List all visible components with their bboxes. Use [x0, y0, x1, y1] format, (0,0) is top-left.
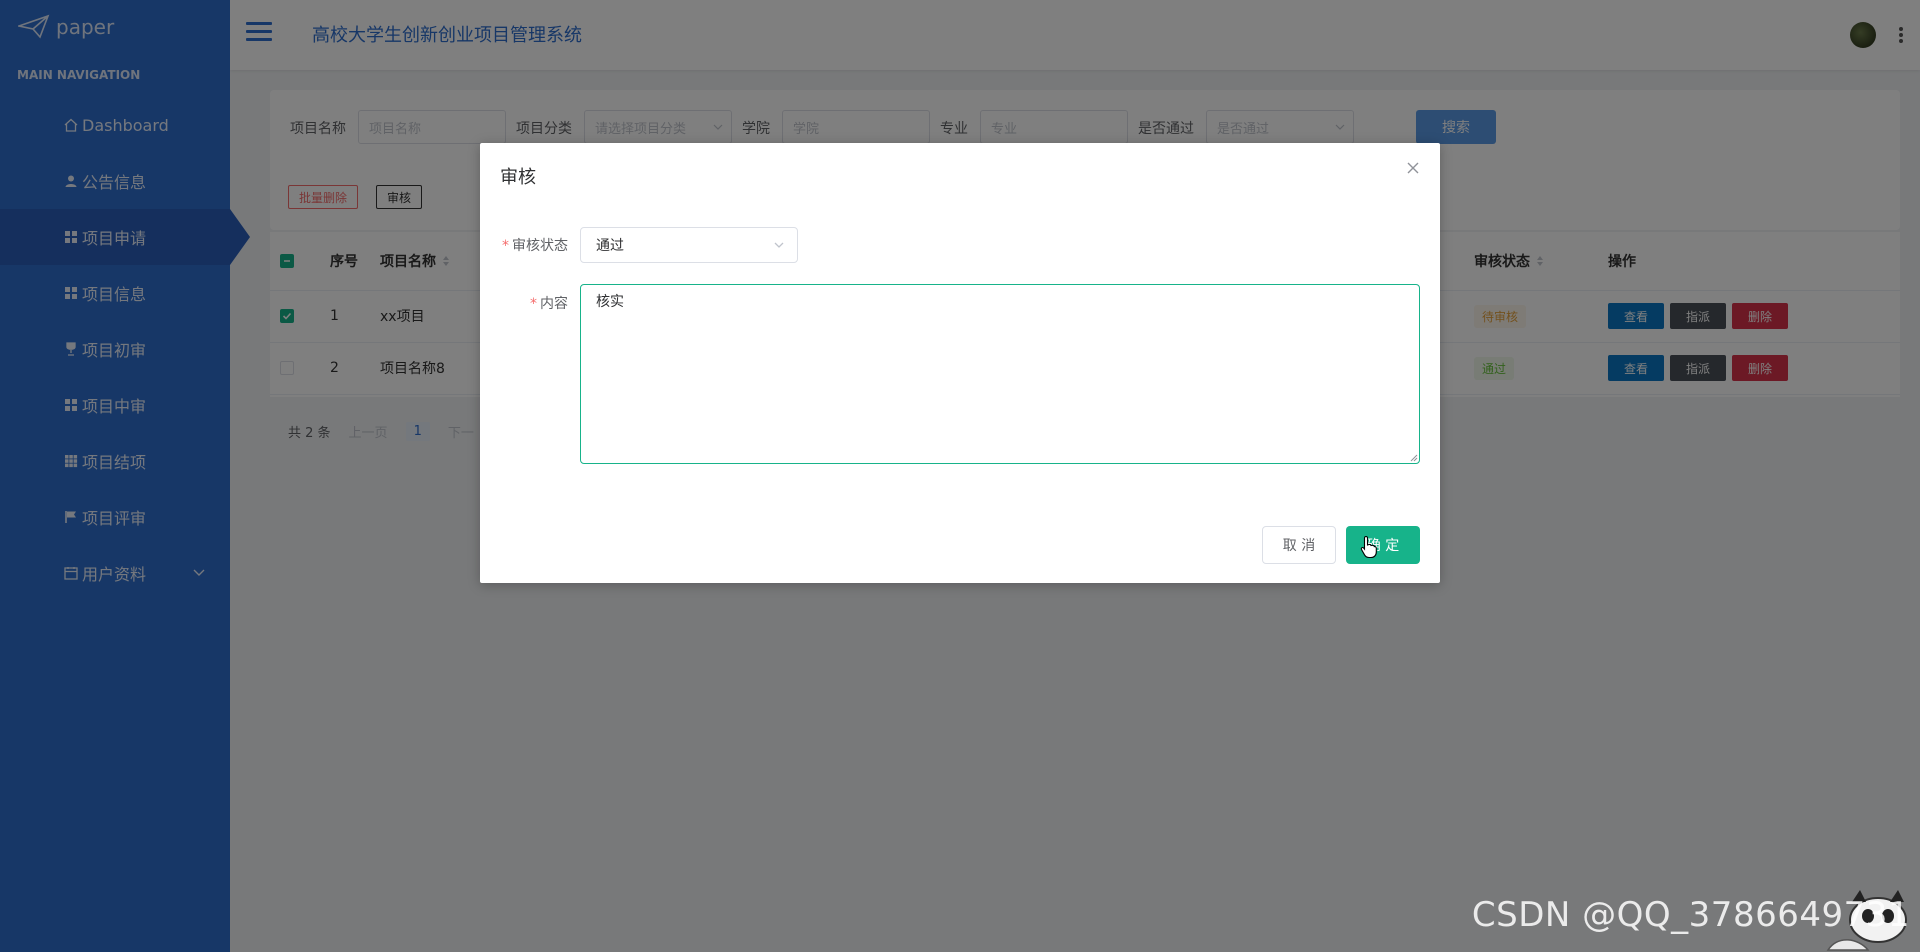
audit-status-select[interactable]: 通过 [580, 227, 798, 263]
content-field-label: * 内容 [530, 296, 568, 312]
close-icon[interactable] [1406, 161, 1420, 175]
resize-handle-icon[interactable] [1410, 454, 1418, 462]
cancel-button[interactable]: 取 消 [1262, 526, 1336, 564]
chevron-down-icon [774, 242, 784, 248]
status-field-label: * 审核状态 [502, 238, 568, 254]
confirm-button[interactable]: 确 定 [1346, 526, 1420, 564]
audit-dialog: 审核 * 审核状态 通过 * 内容 核实 取 消 确 定 [480, 143, 1440, 583]
dialog-title: 审核 [500, 167, 536, 188]
content-textarea[interactable]: 核实 [580, 284, 1420, 464]
audit-status-value: 通过 [596, 238, 624, 254]
watermark-text: CSDN @QQ_3786649731 [1471, 895, 1910, 935]
hand-cursor-icon [1360, 535, 1377, 559]
